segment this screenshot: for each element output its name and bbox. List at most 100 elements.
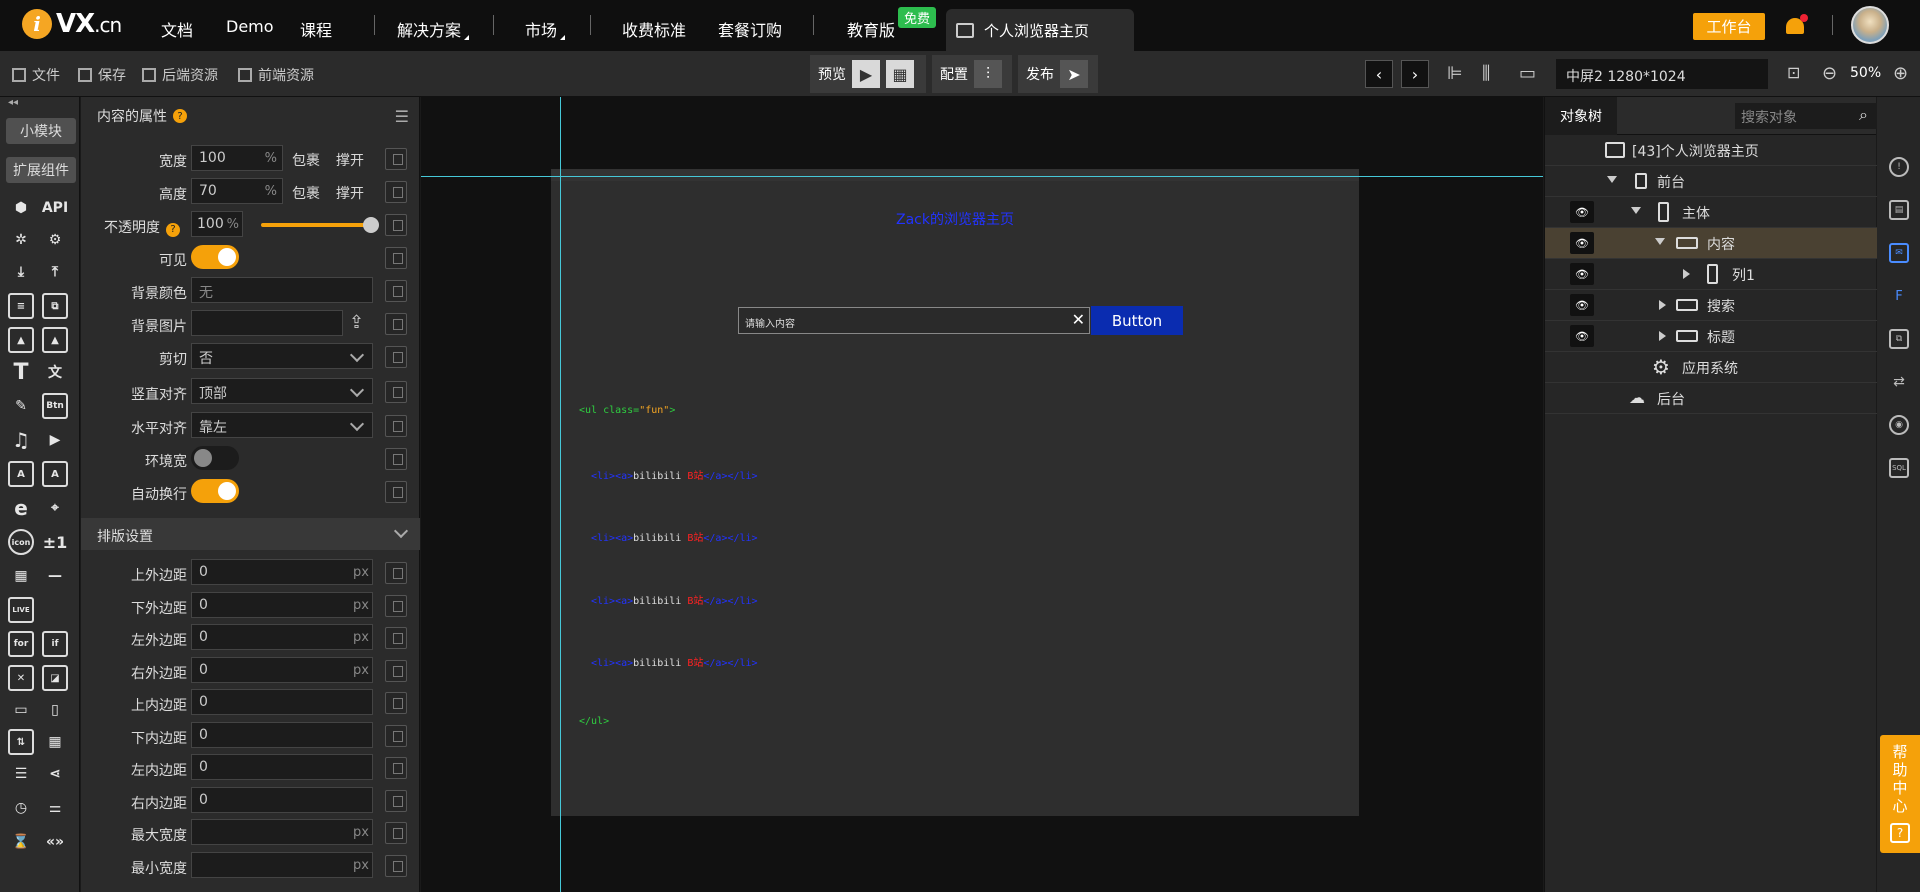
tree-node-title[interactable]: 👁 标题 bbox=[1545, 321, 1877, 352]
copy-icon[interactable] bbox=[385, 660, 407, 682]
envwidth-toggle[interactable] bbox=[191, 446, 239, 470]
for-loop-icon[interactable]: for bbox=[8, 631, 34, 657]
guide-line-vertical[interactable] bbox=[560, 97, 561, 892]
copy-icon[interactable] bbox=[385, 790, 407, 812]
function-icon[interactable]: F bbox=[1889, 286, 1909, 306]
if-icon[interactable]: if bbox=[42, 631, 68, 657]
timer-icon[interactable]: ◷ bbox=[8, 795, 34, 821]
expand-icon[interactable] bbox=[1683, 269, 1690, 279]
width-input[interactable]: 100% bbox=[191, 145, 283, 171]
bgimage-input[interactable] bbox=[191, 310, 343, 336]
wrap-option[interactable]: 包裹 bbox=[292, 150, 320, 170]
network-icon[interactable]: ✲ bbox=[8, 227, 34, 253]
search-button[interactable]: Button bbox=[1091, 306, 1183, 335]
copy-icon[interactable] bbox=[385, 381, 407, 403]
copy-icon[interactable] bbox=[385, 280, 407, 302]
expand-icon[interactable] bbox=[1659, 331, 1666, 341]
copy-icon[interactable] bbox=[385, 822, 407, 844]
cube-icon[interactable]: ⬢ bbox=[8, 195, 34, 221]
copy-icon[interactable] bbox=[385, 346, 407, 368]
collapse-icon[interactable]: ◂◂ bbox=[8, 97, 18, 108]
qr-preview-icon[interactable]: ▦ bbox=[886, 60, 914, 88]
copy-icon[interactable] bbox=[385, 692, 407, 714]
backend-resources-button[interactable]: 后端资源 bbox=[142, 65, 218, 85]
max-width-input[interactable]: px bbox=[191, 819, 373, 845]
extend-components-button[interactable]: 扩展组件 bbox=[6, 157, 76, 183]
opacity-slider-track[interactable] bbox=[261, 223, 371, 227]
opacity-input[interactable]: 100% bbox=[191, 211, 243, 237]
eye-icon[interactable]: 👁 bbox=[1570, 201, 1594, 223]
design-canvas[interactable]: Zack的浏览器主页 请输入内容 ✕ Button <ul class="fun… bbox=[421, 97, 1543, 892]
nav-pricing[interactable]: 收费标准 bbox=[622, 17, 686, 41]
tab-page[interactable]: 个人浏览器主页 bbox=[946, 9, 1134, 51]
copy-icon[interactable] bbox=[385, 595, 407, 617]
padding-right-input[interactable]: 0 bbox=[191, 787, 373, 813]
tree-node-body[interactable]: 👁 主体 bbox=[1545, 197, 1877, 228]
nav-demo[interactable]: Demo bbox=[226, 17, 274, 36]
undo-button[interactable]: ‹ bbox=[1365, 60, 1393, 88]
copy-icon[interactable] bbox=[385, 855, 407, 877]
edit-icon[interactable]: ✎ bbox=[8, 393, 34, 419]
tab-object-tree[interactable]: 对象树 bbox=[1545, 97, 1617, 135]
layers-icon[interactable]: ▤ bbox=[1889, 200, 1909, 220]
upload-icon[interactable]: ⤒ bbox=[42, 259, 68, 285]
code-icon[interactable]: «» bbox=[42, 829, 68, 855]
copy-icon[interactable] bbox=[385, 725, 407, 747]
copy-icon[interactable] bbox=[385, 148, 407, 170]
monitor-icon[interactable]: ▭ bbox=[1519, 63, 1536, 84]
help-icon[interactable]: ? bbox=[166, 222, 180, 237]
menu-icon[interactable]: ☰ bbox=[395, 107, 409, 126]
tree-node-app-system[interactable]: ⚙ 应用系统 bbox=[1545, 352, 1877, 383]
search-icon[interactable]: ⌕ bbox=[1859, 105, 1868, 125]
expand-icon[interactable] bbox=[1655, 238, 1665, 245]
gear-icon[interactable]: ⚙ bbox=[42, 227, 68, 253]
bgcolor-input[interactable]: 无 bbox=[191, 277, 373, 303]
ivx-logo[interactable]: i VX.cn bbox=[22, 9, 122, 39]
zoom-in-icon[interactable]: ⊕ bbox=[1893, 63, 1908, 84]
sql-icon[interactable]: SQL bbox=[1889, 458, 1909, 478]
stretch-option[interactable]: 撑开 bbox=[336, 150, 364, 170]
comment-icon[interactable]: ✉ bbox=[1889, 243, 1909, 263]
list-icon[interactable]: ≡ bbox=[8, 293, 34, 319]
nav-education[interactable]: 教育版 bbox=[847, 17, 895, 41]
counter-icon[interactable]: ±1 bbox=[42, 529, 68, 555]
play-icon[interactable]: ▶ bbox=[852, 60, 880, 88]
translate-icon[interactable]: 文 bbox=[42, 359, 68, 385]
info-icon[interactable]: ! bbox=[1889, 157, 1909, 177]
copy-icon[interactable] bbox=[385, 627, 407, 649]
copy-icon[interactable] bbox=[385, 313, 407, 335]
qrcode-icon[interactable]: ▦ bbox=[8, 563, 34, 589]
nav-plans[interactable]: 套餐订购 bbox=[718, 17, 782, 41]
screen-size-select[interactable]: 中屏2 1280*1024 bbox=[1556, 59, 1768, 89]
copy-icon[interactable] bbox=[385, 214, 407, 236]
download-icon[interactable]: ⤓ bbox=[8, 259, 34, 285]
tree-node-column1[interactable]: 👁 列1 bbox=[1545, 259, 1877, 290]
button-icon[interactable]: Btn bbox=[42, 393, 68, 419]
text-icon[interactable]: T bbox=[8, 359, 34, 385]
music-icon[interactable]: ♫ bbox=[8, 427, 34, 453]
copy-icon[interactable] bbox=[385, 562, 407, 584]
copy-icon[interactable] bbox=[385, 481, 407, 503]
share-icon[interactable]: ⋖ bbox=[42, 761, 68, 787]
file-menu[interactable]: 文件 bbox=[12, 65, 60, 85]
guide-line-horizontal[interactable] bbox=[421, 176, 1543, 177]
sort-icon[interactable]: ⇅ bbox=[8, 729, 34, 755]
copy-icon[interactable] bbox=[385, 415, 407, 437]
eye-icon[interactable]: 👁 bbox=[1570, 325, 1594, 347]
height-input[interactable]: 70% bbox=[191, 178, 283, 204]
opacity-slider-handle[interactable] bbox=[363, 217, 379, 233]
sliders-icon[interactable]: ⫶ bbox=[974, 60, 1002, 88]
text-block-icon[interactable]: A bbox=[8, 461, 34, 487]
record-icon[interactable]: ◉ bbox=[1889, 415, 1909, 435]
zoom-out-icon[interactable]: ⊖ bbox=[1822, 63, 1837, 84]
image-icon[interactable]: ▲ bbox=[8, 327, 34, 353]
artboard[interactable]: Zack的浏览器主页 请输入内容 ✕ Button <ul class="fun… bbox=[551, 169, 1359, 816]
align-left-icon[interactable]: ⊫ bbox=[1447, 63, 1463, 84]
tree-icon[interactable]: ☰ bbox=[8, 761, 34, 787]
padding-left-input[interactable]: 0 bbox=[191, 754, 373, 780]
map-pin-icon[interactable]: ⌖ bbox=[42, 495, 68, 521]
nav-courses[interactable]: 课程 bbox=[300, 17, 332, 41]
autowrap-toggle[interactable] bbox=[191, 479, 239, 503]
padding-top-input[interactable]: 0 bbox=[191, 689, 373, 715]
column-icon[interactable]: ▯ bbox=[42, 697, 68, 723]
